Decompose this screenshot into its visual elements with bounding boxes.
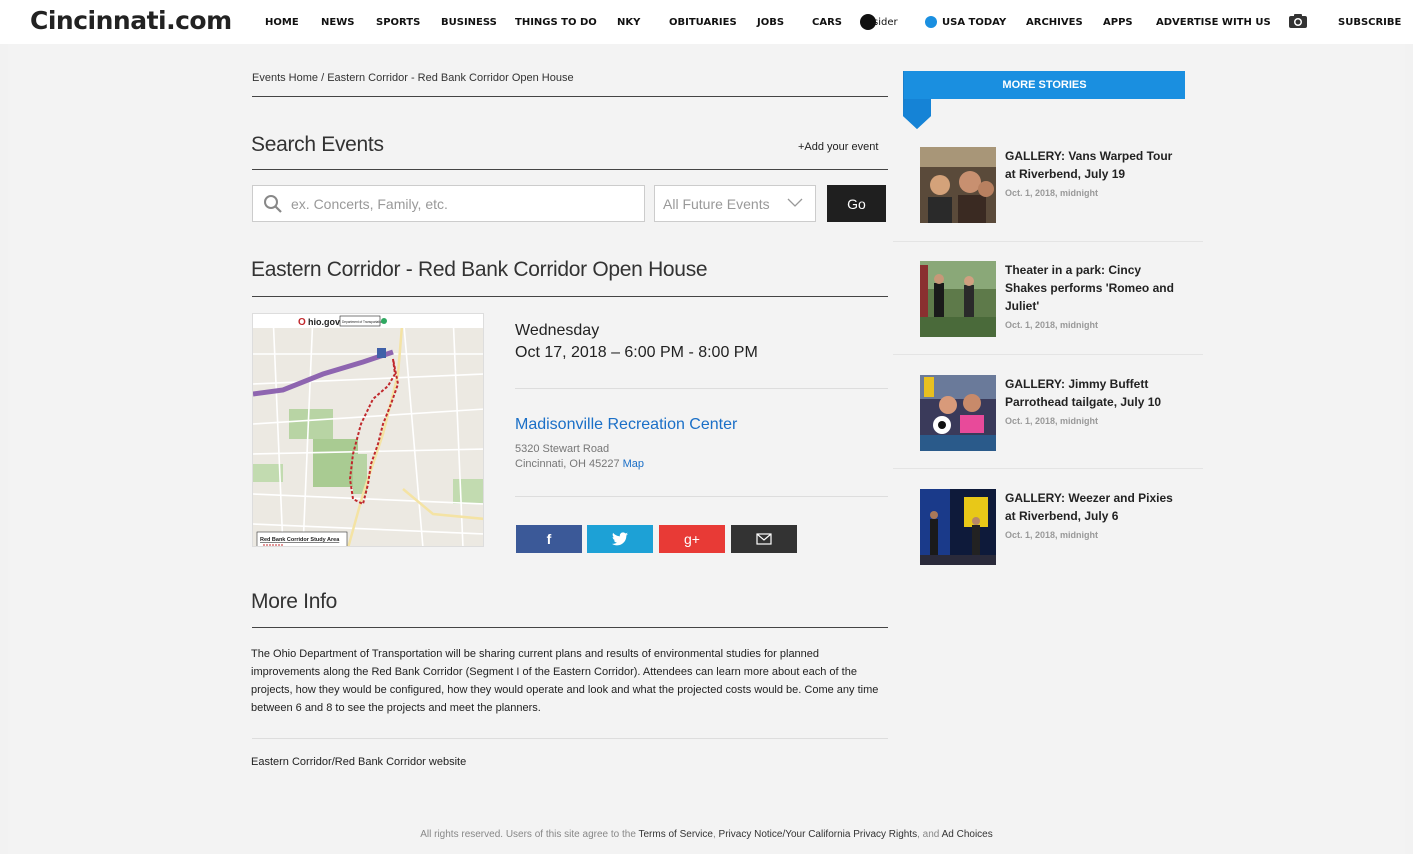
- story-thumbnail[interactable]: [920, 261, 996, 337]
- divider: [252, 96, 888, 97]
- nav-things-to-do[interactable]: THINGS TO DO: [515, 0, 597, 44]
- nav-cars[interactable]: CARS: [812, 0, 842, 44]
- divider: [252, 627, 888, 628]
- add-event-link[interactable]: +Add your event: [798, 141, 878, 153]
- facebook-share-button[interactable]: f: [516, 525, 582, 553]
- story-title[interactable]: GALLERY: Weezer and Pixies at Riverbend,…: [1005, 489, 1185, 525]
- facebook-icon: f: [546, 531, 552, 547]
- concert-crowd-image: [920, 147, 996, 223]
- nav-subscribe[interactable]: SUBSCRIBE: [1338, 0, 1401, 44]
- story-date: Oct. 1, 2018, midnight: [1005, 320, 1099, 330]
- top-nav-bar: Cincinnati.com HOME NEWS SPORTS BUSINESS…: [0, 0, 1413, 44]
- search-input[interactable]: [291, 195, 631, 212]
- story-title[interactable]: GALLERY: Jimmy Buffett Parrothead tailga…: [1005, 375, 1185, 411]
- divider: [893, 354, 1203, 355]
- nav-sports[interactable]: SPORTS: [376, 0, 420, 44]
- nav-insider-label: sider: [873, 16, 898, 28]
- googleplus-icon: g+: [684, 531, 700, 547]
- story-title[interactable]: Theater in a park: Cincy Shakes performs…: [1005, 261, 1185, 315]
- nav-jobs[interactable]: JOBS: [757, 0, 784, 44]
- email-share-button[interactable]: [731, 525, 797, 553]
- nav-obituaries[interactable]: OBITUARIES: [669, 0, 737, 44]
- nav-insider[interactable]: sider: [860, 0, 898, 44]
- nav-apps[interactable]: APPS: [1103, 0, 1133, 44]
- ad-choices-link[interactable]: Ad Choices: [942, 829, 993, 840]
- search-icon: [264, 194, 282, 213]
- story-title[interactable]: GALLERY: Vans Warped Tour at Riverbend, …: [1005, 147, 1185, 183]
- divider: [515, 496, 888, 497]
- map-link[interactable]: Map: [623, 458, 644, 470]
- divider: [252, 169, 888, 170]
- nav-usa-today-label: USA TODAY: [942, 16, 1007, 28]
- footer: All rights reserved. Users of this site …: [420, 829, 993, 840]
- divider: [252, 738, 888, 739]
- event-website-link[interactable]: Eastern Corridor/Red Bank Corridor websi…: [251, 756, 466, 768]
- nav-advertise[interactable]: ADVERTISE WITH US: [1156, 0, 1271, 44]
- nav-business[interactable]: BUSINESS: [441, 0, 497, 44]
- twitter-icon: [612, 532, 628, 546]
- weezer-pixies-concert-image: [920, 489, 996, 565]
- more-info-heading: More Info: [251, 590, 338, 613]
- story-thumbnail[interactable]: [920, 147, 996, 223]
- venue-link[interactable]: Madisonville Recreation Center: [515, 416, 737, 434]
- privacy-notice-link[interactable]: Privacy Notice/Your California Privacy R…: [719, 829, 918, 840]
- story-date: Oct. 1, 2018, midnight: [1005, 416, 1099, 426]
- venue-address-city: Cincinnati, OH 45227 Map: [515, 458, 644, 470]
- story-date: Oct. 1, 2018, midnight: [1005, 188, 1099, 198]
- usa-today-logo-icon: [925, 16, 937, 28]
- footer-and-text: , and: [917, 829, 940, 840]
- nav-usa-today[interactable]: USA TODAY: [925, 0, 1006, 44]
- go-button[interactable]: Go: [827, 185, 886, 222]
- date-filter-value: All Future Events: [663, 195, 770, 212]
- map-legend-text: Red Bank Corridor Study Area: [260, 537, 340, 543]
- parrothead-tailgate-image: [920, 375, 996, 451]
- event-title: Eastern Corridor - Red Bank Corridor Ope…: [251, 258, 708, 281]
- event-map-image[interactable]: O hio.gov Department of Transportation R…: [252, 313, 484, 547]
- story-thumbnail[interactable]: [920, 375, 996, 451]
- googleplus-share-button[interactable]: g+: [659, 525, 725, 553]
- event-day: Wednesday: [515, 322, 600, 339]
- event-description: The Ohio Department of Transportation wi…: [251, 648, 879, 714]
- twitter-share-button[interactable]: [587, 525, 653, 553]
- story-date: Oct. 1, 2018, midnight: [1005, 530, 1099, 540]
- venue-city-text: Cincinnati, OH 45227: [515, 458, 620, 470]
- more-stories-banner: MORE STORIES: [904, 71, 1185, 99]
- site-logo[interactable]: Cincinnati.com: [30, 6, 232, 35]
- date-filter-select[interactable]: All Future Events: [654, 185, 816, 222]
- divider: [515, 388, 888, 389]
- terms-of-service-link[interactable]: Terms of Service: [639, 829, 713, 840]
- divider: [893, 241, 1203, 242]
- envelope-icon: [756, 533, 772, 545]
- map-graphic: O hio.gov Department of Transportation R…: [253, 314, 483, 546]
- nav-news[interactable]: NEWS: [321, 0, 354, 44]
- venue-address-street: 5320 Stewart Road: [515, 443, 610, 455]
- theater-in-park-image: [920, 261, 996, 337]
- divider: [252, 296, 888, 297]
- svg-text:O: O: [298, 317, 306, 328]
- divider: [893, 468, 1203, 469]
- map-dept-text: Department of Transportation: [342, 320, 384, 324]
- event-datetime: Oct 17, 2018 – 6:00 PM - 8:00 PM: [515, 344, 758, 361]
- footer-text: All rights reserved. Users of this site …: [420, 829, 636, 840]
- page-background: [8, 44, 1405, 854]
- nav-archives[interactable]: ARCHIVES: [1026, 0, 1083, 44]
- chevron-down-icon: [787, 198, 803, 207]
- search-events-heading: Search Events: [251, 133, 384, 156]
- search-field[interactable]: [252, 185, 645, 222]
- breadcrumb[interactable]: Events Home / Eastern Corridor - Red Ban…: [252, 72, 574, 84]
- nav-home[interactable]: HOME: [265, 0, 299, 44]
- story-thumbnail[interactable]: [920, 489, 996, 565]
- camera-icon[interactable]: [1288, 13, 1308, 29]
- map-brand-text: hio.gov: [308, 317, 340, 327]
- nav-nky[interactable]: NKY: [617, 0, 640, 44]
